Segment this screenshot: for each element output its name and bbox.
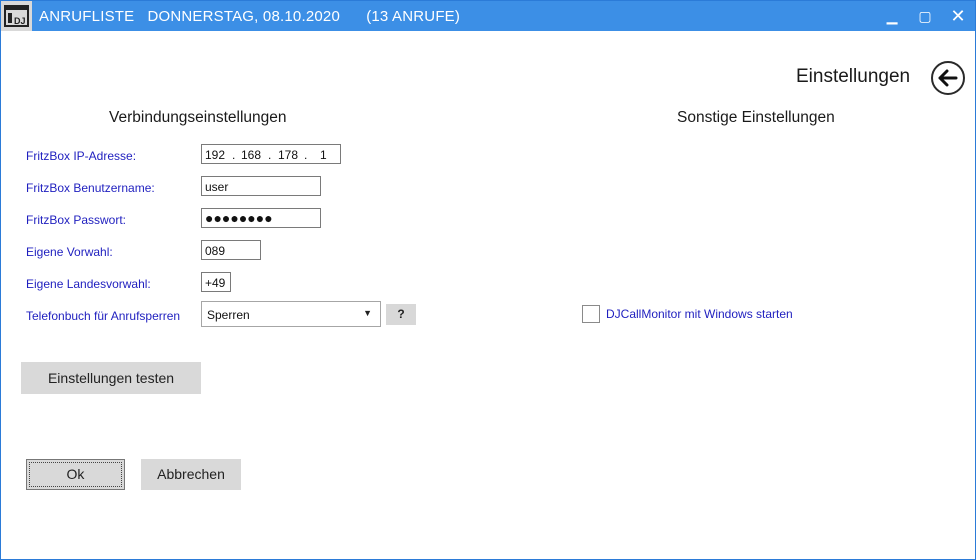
ip-address-field[interactable]: 192 . 168 . 178 . 1	[201, 144, 341, 164]
ip-octet-3[interactable]: 178	[278, 148, 298, 162]
app-icon: DJ	[1, 1, 32, 31]
username-field[interactable]: user	[201, 176, 321, 196]
ip-separator: .	[232, 148, 236, 162]
minimize-button[interactable]: ▁	[875, 1, 909, 31]
arrow-left-icon	[938, 69, 958, 87]
page-title: Einstellungen	[796, 66, 911, 87]
ip-address-label: FritzBox IP-Adresse:	[26, 149, 137, 163]
phonebook-label: Telefonbuch für Anrufsperren	[26, 309, 181, 323]
autostart-checkbox[interactable]	[582, 305, 600, 323]
connection-settings-title: Verbindungseinstellungen	[109, 109, 287, 126]
cancel-button[interactable]: Abbrechen	[141, 459, 241, 490]
ip-separator: .	[304, 148, 308, 162]
country-code-field[interactable]: +49	[201, 272, 231, 292]
back-button[interactable]	[931, 61, 965, 95]
username-label: FritzBox Benutzername:	[26, 181, 155, 195]
ip-octet-2[interactable]: 168	[241, 148, 261, 162]
password-field[interactable]: ●●●●●●●●	[201, 208, 321, 228]
password-label: FritzBox Passwort:	[26, 213, 127, 227]
country-code-label: Eigene Landesvorwahl:	[26, 277, 151, 291]
test-settings-button[interactable]: Einstellungen testen	[21, 362, 201, 394]
maximize-button[interactable]: ▢	[908, 1, 942, 31]
autostart-label[interactable]: DJCallMonitor mit Windows starten	[606, 307, 793, 321]
other-settings-title: Sonstige Einstellungen	[677, 109, 835, 126]
ip-octet-4[interactable]: 1	[320, 148, 327, 162]
close-button[interactable]: ✕	[941, 1, 975, 31]
focus-indicator	[29, 462, 122, 487]
area-code-label: Eigene Vorwahl:	[26, 245, 113, 259]
ip-separator: .	[268, 148, 272, 162]
phonebook-select[interactable]: Sperren ▼	[201, 301, 381, 327]
settings-window: DJ ANRUFLISTE DONNERSTAG, 08.10.2020 (13…	[0, 0, 976, 560]
help-button[interactable]: ?	[386, 304, 416, 325]
ip-octet-1[interactable]: 192	[205, 148, 225, 162]
ok-button[interactable]: Ok	[26, 459, 125, 490]
window-title: ANRUFLISTE DONNERSTAG, 08.10.2020 (13 AN…	[39, 8, 461, 25]
chevron-down-icon: ▼	[363, 308, 372, 318]
title-bar: DJ ANRUFLISTE DONNERSTAG, 08.10.2020 (13…	[1, 1, 975, 31]
svg-text:DJ: DJ	[14, 16, 26, 26]
phonebook-selected-value: Sperren	[207, 308, 250, 322]
area-code-field[interactable]: 089	[201, 240, 261, 260]
